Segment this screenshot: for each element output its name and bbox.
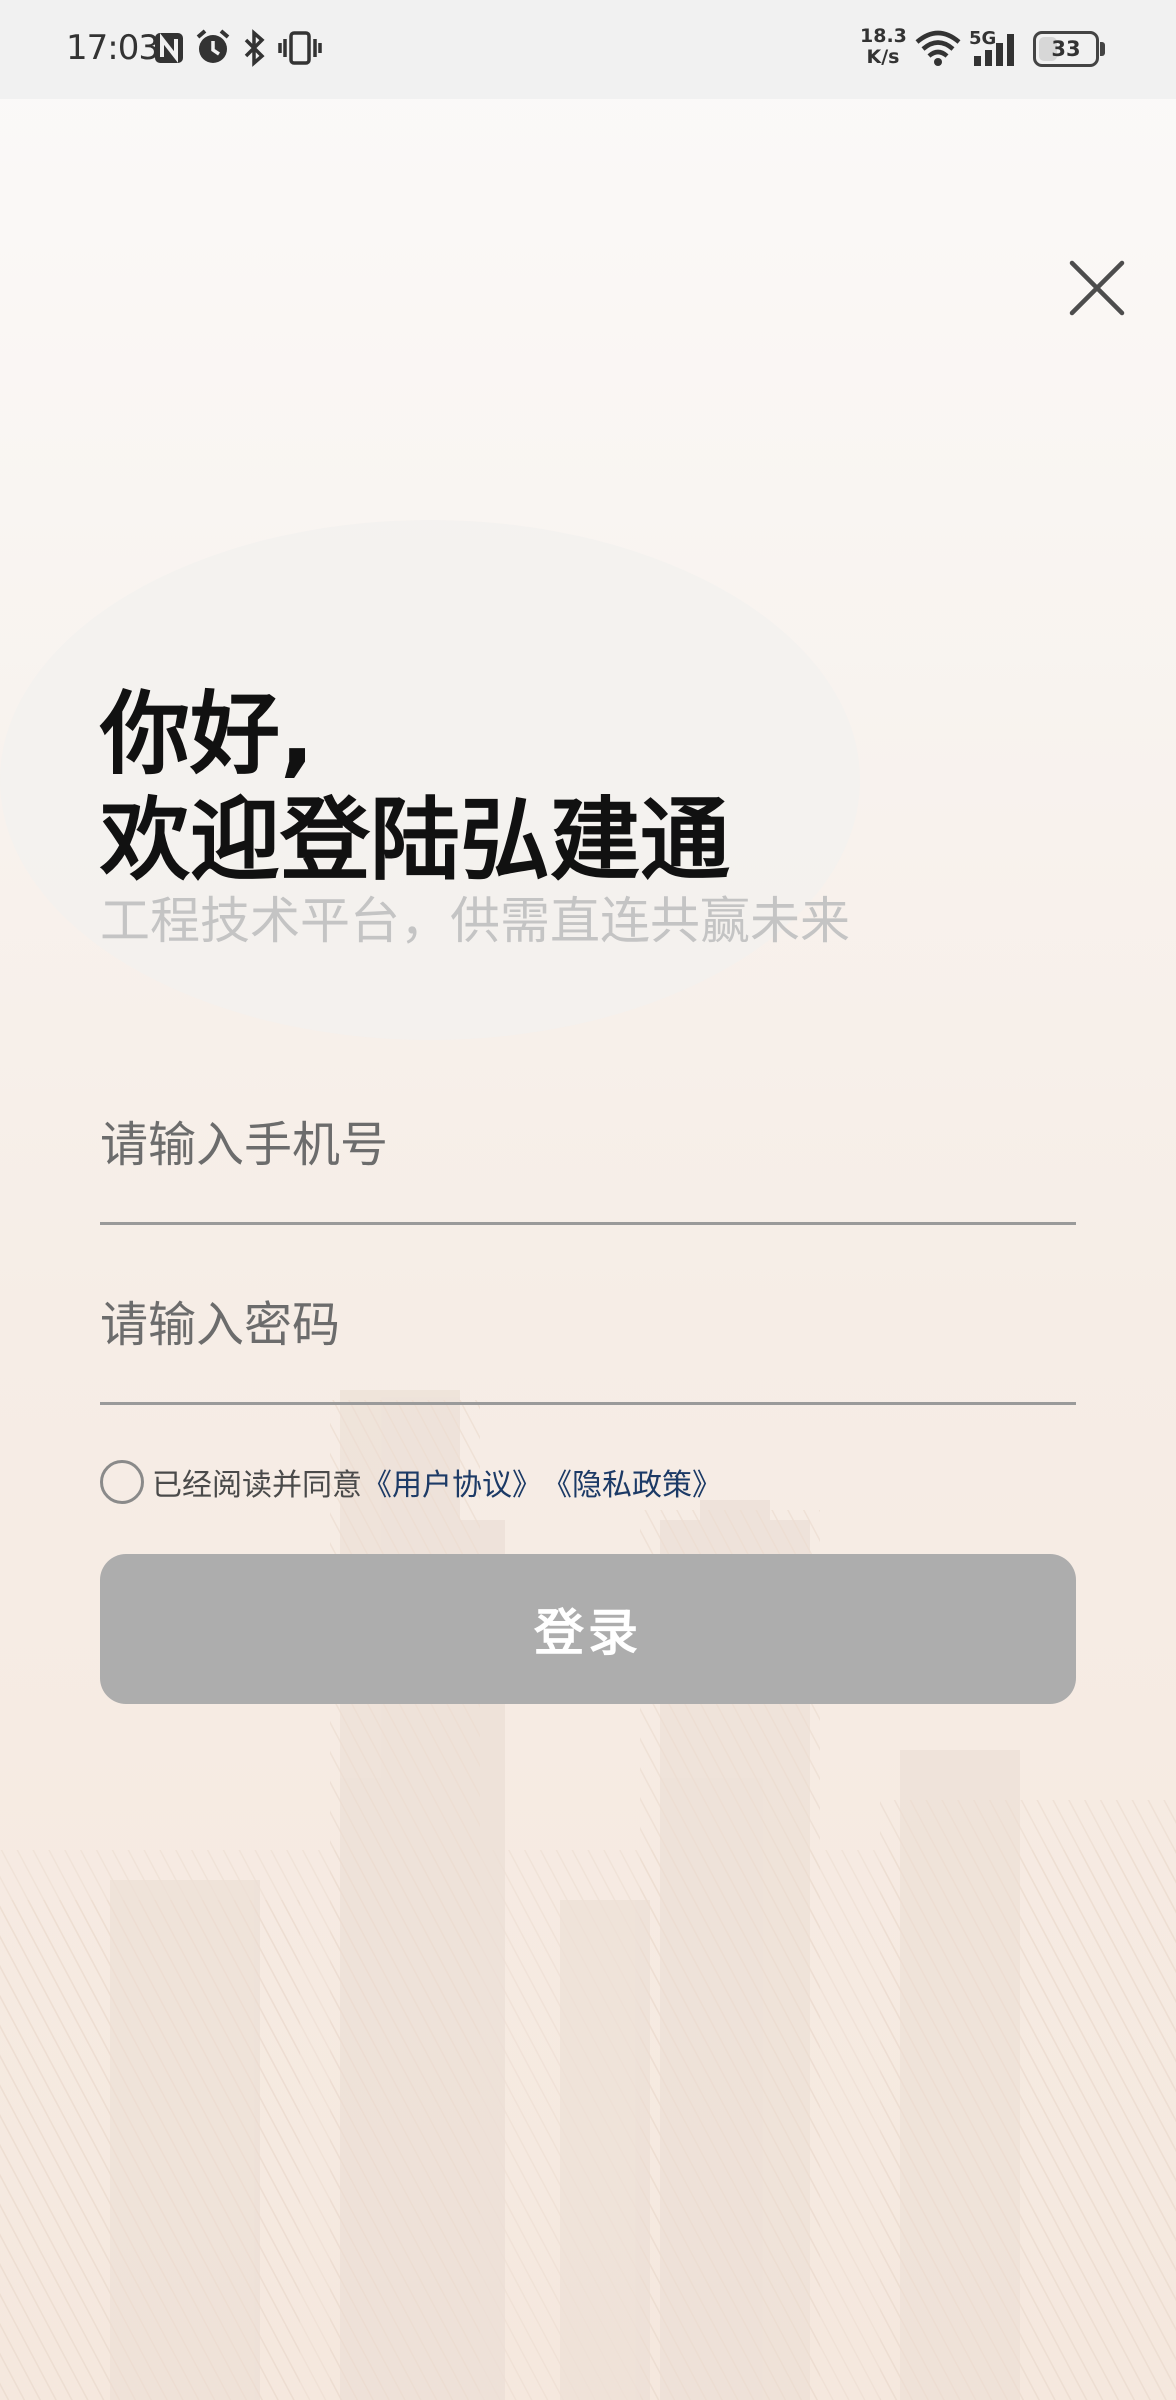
password-field bbox=[100, 1255, 1076, 1405]
agreement-text: 已经阅读并同意 bbox=[152, 1468, 362, 1503]
cellular-signal-icon bbox=[974, 34, 1014, 66]
vibrate-icon bbox=[278, 31, 322, 65]
login-screen: 17:03 18.3 K/s 5G 33 你好, 欢迎登陆弘建通 工程技术平台，… bbox=[0, 0, 1176, 2400]
battery-nub bbox=[1100, 42, 1105, 56]
status-bar: 17:03 18.3 K/s 5G 33 bbox=[0, 0, 1176, 99]
close-icon[interactable] bbox=[1062, 253, 1132, 323]
agreement-row: 已经阅读并同意 《用户协议》 《隐私政策》 bbox=[100, 1458, 722, 1506]
bluetooth-icon bbox=[244, 29, 265, 67]
page-subtitle: 工程技术平台，供需直连共赢未来 bbox=[100, 892, 850, 950]
privacy-policy-link[interactable]: 《隐私政策》 bbox=[542, 1460, 722, 1504]
phone-input[interactable] bbox=[100, 1105, 1076, 1185]
login-button[interactable]: 登录 bbox=[100, 1554, 1076, 1704]
greeting-title: 你好, bbox=[100, 682, 315, 787]
phone-field bbox=[100, 1075, 1076, 1225]
status-time: 17:03 bbox=[66, 28, 160, 68]
welcome-title: 欢迎登陆弘建通 bbox=[100, 788, 730, 893]
alarm-icon bbox=[196, 29, 230, 63]
battery-percent: 33 bbox=[1051, 37, 1081, 61]
nfc-icon bbox=[155, 33, 183, 63]
user-agreement-link[interactable]: 《用户协议》 bbox=[362, 1460, 542, 1504]
password-input[interactable] bbox=[100, 1285, 1076, 1365]
agreement-checkbox[interactable] bbox=[100, 1460, 144, 1504]
network-speed: 18.3 K/s bbox=[860, 25, 907, 68]
battery-icon: 33 bbox=[1033, 31, 1099, 67]
wifi-icon bbox=[915, 30, 961, 66]
